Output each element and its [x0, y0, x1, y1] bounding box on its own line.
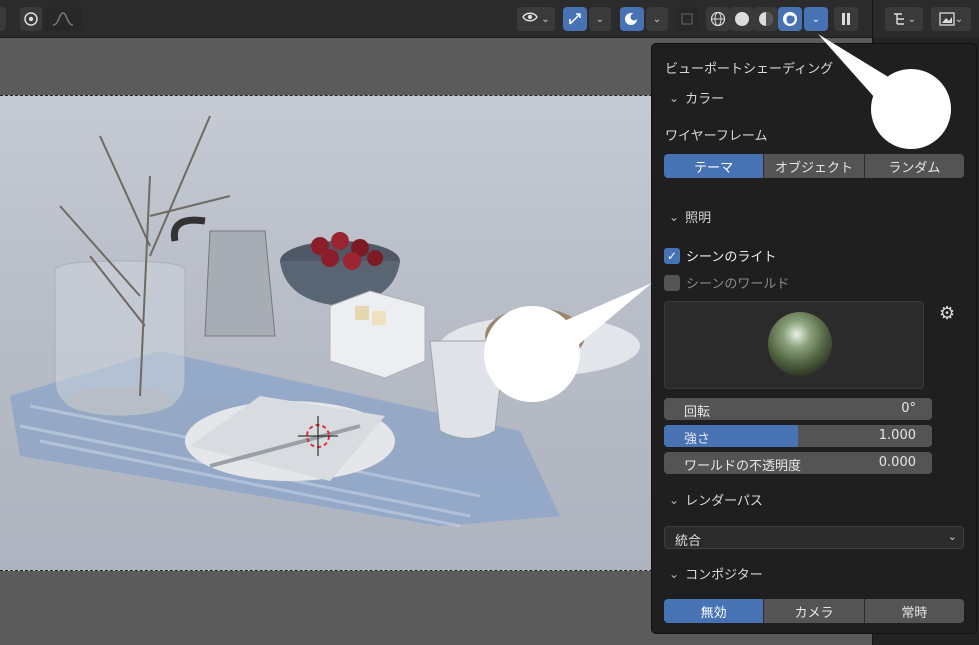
wireframe-icon[interactable]: [706, 7, 730, 31]
strength-value: 1.000: [878, 428, 916, 443]
render-pass-section-header[interactable]: ⌄ レンダーパス: [669, 490, 763, 510]
wireframe-option-random[interactable]: ランダム: [864, 154, 964, 178]
gizmo-icon[interactable]: [563, 7, 587, 31]
checkbox-checked-icon[interactable]: ✓: [664, 247, 680, 264]
header-edge-button[interactable]: [0, 7, 6, 31]
scene-world-toggle[interactable]: シーンのワールド: [664, 273, 789, 292]
render-pass-select[interactable]: 統合 ⌄: [664, 526, 964, 549]
rotation-label: 回転: [684, 405, 711, 420]
compositor-option-disabled[interactable]: 無効: [664, 599, 765, 623]
chevron-down-icon: ⌄: [947, 530, 957, 543]
render-pass-section-label: レンダーパス: [685, 494, 763, 509]
checkbox-unchecked-icon[interactable]: [664, 274, 680, 291]
chevron-down-icon: ⌄: [669, 209, 680, 224]
hdri-sphere-icon: [768, 312, 832, 376]
wireframe-label: ワイヤーフレーム: [665, 129, 768, 144]
rotation-value: 0°: [901, 401, 916, 416]
color-section-label: カラー: [685, 92, 725, 107]
solid-icon[interactable]: [730, 7, 754, 31]
wireframe-option-object[interactable]: オブジェクト: [764, 154, 865, 178]
shading-dropdown[interactable]: ⌄: [804, 7, 828, 31]
world-opacity-field[interactable]: ワールドの不透明度 0.000: [664, 452, 932, 474]
rotation-field[interactable]: 回転 0°: [664, 398, 932, 420]
gizmo-dropdown[interactable]: ⌄: [589, 7, 611, 31]
strength-slider[interactable]: 強さ 1.000: [664, 425, 932, 447]
chevron-down-icon: ⌄: [595, 13, 605, 25]
world-opacity-label: ワールドの不透明度: [684, 459, 802, 474]
wireframe-color-selector: テーマ オブジェクト ランダム: [664, 154, 964, 178]
pause-icon[interactable]: [834, 7, 858, 31]
chevron-down-icon: ⌄: [669, 90, 680, 105]
curve-icon[interactable]: [44, 7, 82, 31]
overlay-icon[interactable]: [620, 7, 644, 31]
compositor-section-header[interactable]: ⌄ コンポジター: [669, 564, 763, 584]
hdri-preview[interactable]: [664, 301, 924, 389]
compositor-option-always[interactable]: 常時: [864, 599, 964, 623]
render-pass-value: 統合: [675, 534, 702, 549]
lighting-section-label: 照明: [685, 211, 712, 226]
scene-lights-toggle[interactable]: ✓ シーンのライト: [664, 246, 776, 265]
outliner-header: ⌄ ⌄: [873, 0, 979, 37]
strength-label: 強さ: [684, 432, 711, 447]
compositor-section-label: コンポジター: [685, 568, 763, 583]
color-section-header[interactable]: ⌄ カラー: [669, 88, 725, 108]
wireframe-option-theme[interactable]: テーマ: [664, 154, 765, 178]
material-icon[interactable]: [754, 7, 778, 31]
chevron-down-icon: ⌄: [907, 13, 917, 25]
viewport-shading-popover: ビューポートシェーディング ⌄ カラー ワイヤーフレーム テーマ オブジェクト …: [651, 43, 977, 634]
eye-icon: [522, 11, 539, 27]
chevron-down-icon: ⌄: [669, 492, 680, 507]
viewport-header: ⌄ ⌄ ⌄ ⌄: [0, 0, 872, 38]
image-icon[interactable]: ⌄: [931, 7, 971, 31]
xray-icon[interactable]: [676, 7, 698, 31]
scene-lights-label: シーンのライト: [686, 250, 777, 265]
lighting-section-header[interactable]: ⌄ 照明: [669, 207, 712, 227]
scene-world-label: シーンのワールド: [686, 277, 790, 292]
chevron-down-icon: ⌄: [652, 13, 662, 25]
overlay-dropdown[interactable]: ⌄: [646, 7, 668, 31]
circle-dot-icon[interactable]: [20, 7, 42, 31]
compositor-selector: 無効 カメラ 常時: [664, 599, 964, 623]
outliner-icon[interactable]: ⌄: [885, 7, 923, 31]
chevron-down-icon: ⌄: [954, 13, 964, 25]
chevron-down-icon: ⌄: [541, 13, 550, 25]
compositor-option-camera[interactable]: カメラ: [764, 599, 865, 623]
world-opacity-value: 0.000: [878, 455, 916, 470]
chevron-down-icon: ⌄: [669, 566, 680, 581]
visibility-dropdown[interactable]: ⌄: [517, 7, 555, 31]
rendered-icon[interactable]: [778, 7, 802, 31]
gear-icon[interactable]: ⚙: [939, 303, 955, 324]
chevron-down-icon: ⌄: [811, 13, 821, 25]
popover-title: ビューポートシェーディング: [665, 62, 834, 77]
